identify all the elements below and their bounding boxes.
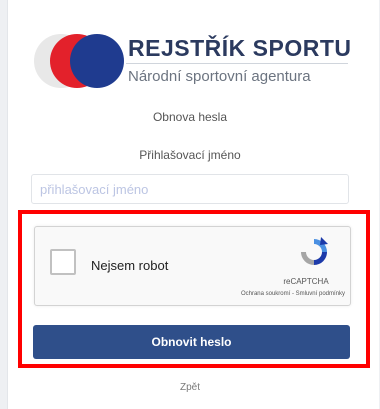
recaptcha-label: Nejsem robot [91, 258, 169, 273]
recaptcha-privacy-link[interactable]: Ochrana soukromí [241, 291, 290, 297]
submit-button[interactable]: Obnovit heslo [33, 325, 350, 359]
recaptcha-terms-link[interactable]: Smluvní podmínky [296, 291, 345, 297]
logo-divider [126, 63, 348, 64]
login-label: Přihlašovací jméno [139, 148, 241, 162]
back-link[interactable]: Zpět [0, 382, 380, 393]
recaptcha-brand: reCAPTCHA [283, 277, 329, 286]
page-title: Obnova hesla [152, 110, 228, 124]
logo: REJSTŘÍK SPORTU Národní sportovní agentu… [34, 30, 354, 90]
recaptcha-widget: Nejsem robot reCAPTCHA Ochrana soukromí … [34, 226, 351, 306]
logo-brand-text: REJSTŘÍK SPORTU [128, 35, 352, 61]
logo-agency-text: Národní sportovní agentura [128, 68, 311, 85]
logo-circle-blue [70, 34, 124, 88]
recaptcha-icon [301, 237, 328, 265]
recaptcha-links: Ochrana soukromí - Smluvní podmínky [185, 291, 345, 297]
login-input[interactable] [31, 174, 349, 204]
recaptcha-checkbox[interactable] [50, 249, 76, 275]
